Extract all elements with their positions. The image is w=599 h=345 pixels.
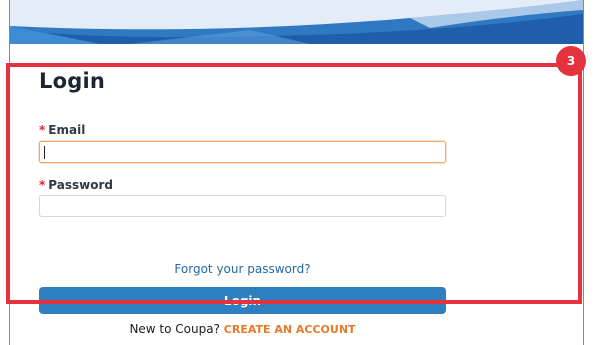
login-title: Login [39,69,105,93]
password-label: * Password [39,178,113,192]
signup-row: New to Coupa? CREATE AN ACCOUNT [39,322,446,336]
required-marker: * [39,123,46,137]
step-number-badge: 3 [556,46,586,76]
login-button[interactable]: Login [39,287,446,314]
email-label-text: Email [48,123,86,137]
password-field[interactable] [39,195,446,217]
required-marker: * [39,178,46,192]
email-field[interactable] [39,141,446,163]
password-label-text: Password [48,178,113,192]
header-banner [10,0,583,44]
page-border-left [9,0,10,345]
email-label: * Email [39,123,85,137]
signup-prompt: New to Coupa? [129,322,220,336]
text-caret [44,146,45,159]
create-account-link[interactable]: CREATE AN ACCOUNT [224,323,356,336]
forgot-password-link[interactable]: Forgot your password? [39,262,446,276]
